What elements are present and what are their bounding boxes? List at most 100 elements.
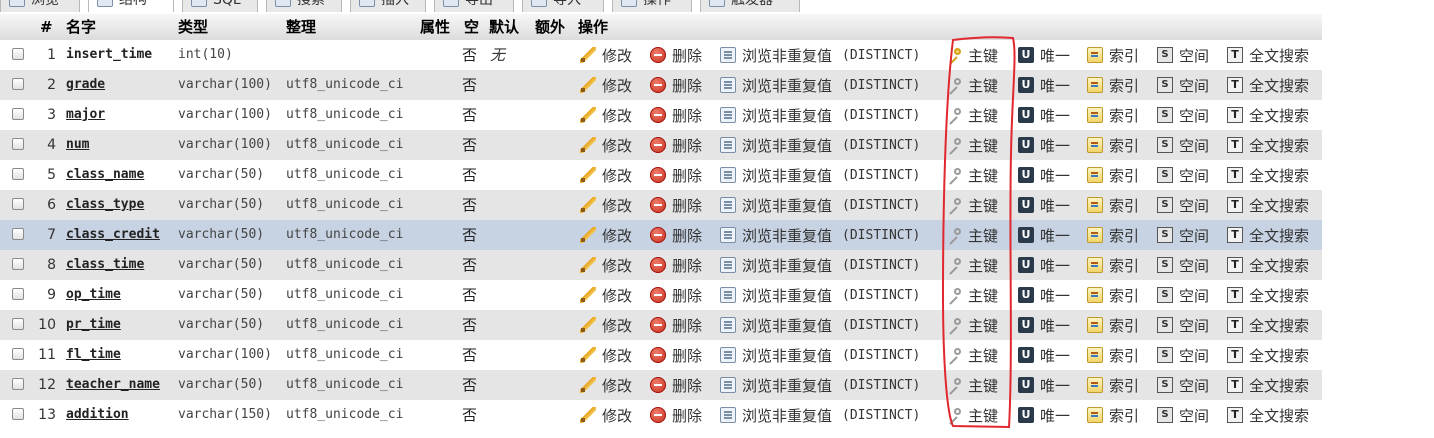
fulltext-button[interactable]: T 全文搜索 [1227, 40, 1309, 70]
index-button[interactable]: 索引 [1087, 100, 1139, 130]
tab-8[interactable]: 触发器 [700, 0, 800, 12]
drop-button[interactable]: 删除 [650, 100, 702, 130]
unique-button[interactable]: U 唯一 [1018, 190, 1070, 220]
table-row[interactable]: 7 class_credit varchar(50) utf8_unicode_ci 否… [0, 220, 1322, 250]
drop-button[interactable]: 删除 [650, 70, 702, 100]
table-row[interactable]: 2 grade varchar(100) utf8_unicode_ci 否 修改 删除 浏览… [0, 70, 1322, 100]
edit-button[interactable]: 修改 [580, 40, 632, 70]
table-row[interactable]: 9 op_time varchar(50) utf8_unicode_ci 否 修改 删除浏… [0, 280, 1322, 310]
field-name[interactable]: class_type [66, 190, 144, 220]
drop-button[interactable]: 删除 [650, 250, 702, 280]
spatial-button[interactable]: S 空间 [1157, 190, 1209, 220]
edit-button[interactable]: 修改 [580, 280, 632, 310]
browse-distinct-button[interactable]: 浏览非重复值 (DISTINCT) [720, 70, 920, 100]
index-button[interactable]: 索引 [1087, 340, 1139, 370]
field-name[interactable]: pr_time [66, 310, 121, 340]
index-button[interactable]: 索引 [1087, 160, 1139, 190]
unique-button[interactable]: U 唯一 [1018, 340, 1070, 370]
tab-4[interactable]: 插入 [350, 0, 426, 12]
unique-button[interactable]: U 唯一 [1018, 160, 1070, 190]
spatial-button[interactable]: S 空间 [1157, 310, 1209, 340]
fulltext-button[interactable]: T 全文搜索 [1227, 310, 1309, 340]
primary-key-button[interactable]: 主键 [946, 70, 998, 100]
edit-button[interactable]: 修改 [580, 310, 632, 340]
table-row[interactable]: 12 teacher_name varchar(50) utf8_unicode_ci… [0, 370, 1322, 400]
edit-button[interactable]: 修改 [580, 400, 632, 430]
fulltext-button[interactable]: T 全文搜索 [1227, 280, 1309, 310]
edit-button[interactable]: 修改 [580, 160, 632, 190]
drop-button[interactable]: 删除 [650, 190, 702, 220]
index-button[interactable]: 索引 [1087, 190, 1139, 220]
browse-distinct-button[interactable]: 浏览非重复值 (DISTINCT) [720, 310, 920, 340]
field-name[interactable]: num [66, 130, 89, 160]
index-button[interactable]: 索引 [1087, 310, 1139, 340]
unique-button[interactable]: U 唯一 [1018, 310, 1070, 340]
primary-key-button[interactable]: 主键 [946, 100, 998, 130]
primary-key-button[interactable]: 主键 [946, 40, 998, 70]
index-button[interactable]: 索引 [1087, 70, 1139, 100]
fulltext-button[interactable]: T 全文搜索 [1227, 130, 1309, 160]
unique-button[interactable]: U 唯一 [1018, 280, 1070, 310]
spatial-button[interactable]: S 空间 [1157, 280, 1209, 310]
field-name[interactable]: op_time [66, 280, 121, 310]
browse-distinct-button[interactable]: 浏览非重复值 (DISTINCT) [720, 400, 920, 430]
edit-button[interactable]: 修改 [580, 220, 632, 250]
unique-button[interactable]: U 唯一 [1018, 40, 1070, 70]
unique-button[interactable]: U 唯一 [1018, 220, 1070, 250]
tab-7[interactable]: 操作 [612, 0, 692, 12]
fulltext-button[interactable]: T 全文搜索 [1227, 100, 1309, 130]
primary-key-button[interactable]: 主键 [946, 160, 998, 190]
edit-button[interactable]: 修改 [580, 190, 632, 220]
spatial-button[interactable]: S 空间 [1157, 370, 1209, 400]
index-button[interactable]: 索引 [1087, 250, 1139, 280]
tab-3[interactable]: 搜索 [266, 0, 342, 12]
field-name[interactable]: fl_time [66, 340, 121, 370]
browse-distinct-button[interactable]: 浏览非重复值 (DISTINCT) [720, 160, 920, 190]
primary-key-button[interactable]: 主键 [946, 370, 998, 400]
table-row[interactable]: 13 addition varchar(150) utf8_unicode_ci 否 修改… [0, 400, 1322, 430]
unique-button[interactable]: U 唯一 [1018, 370, 1070, 400]
field-name[interactable]: teacher_name [66, 370, 160, 400]
fulltext-button[interactable]: T 全文搜索 [1227, 370, 1309, 400]
drop-button[interactable]: 删除 [650, 340, 702, 370]
spatial-button[interactable]: S 空间 [1157, 100, 1209, 130]
primary-key-button[interactable]: 主键 [946, 250, 998, 280]
primary-key-button[interactable]: 主键 [946, 400, 998, 430]
table-row[interactable]: 5 class_name varchar(50) utf8_unicode_ci 否 修改… [0, 160, 1322, 190]
field-name[interactable]: addition [66, 400, 129, 430]
field-name[interactable]: major [66, 100, 105, 130]
tab-1[interactable]: 结构 [88, 0, 174, 12]
unique-button[interactable]: U 唯一 [1018, 100, 1070, 130]
edit-button[interactable]: 修改 [580, 370, 632, 400]
drop-button[interactable]: 删除 [650, 400, 702, 430]
primary-key-button[interactable]: 主键 [946, 310, 998, 340]
field-name[interactable]: grade [66, 70, 105, 100]
primary-key-button[interactable]: 主键 [946, 340, 998, 370]
spatial-button[interactable]: S 空间 [1157, 400, 1209, 430]
field-name[interactable]: class_credit [66, 220, 160, 250]
edit-button[interactable]: 修改 [580, 100, 632, 130]
table-row[interactable]: 3 major varchar(100) utf8_unicode_ci 否 修改 删除 浏览… [0, 100, 1322, 130]
browse-distinct-button[interactable]: 浏览非重复值 (DISTINCT) [720, 40, 920, 70]
fulltext-button[interactable]: T 全文搜索 [1227, 340, 1309, 370]
spatial-button[interactable]: S 空间 [1157, 250, 1209, 280]
browse-distinct-button[interactable]: 浏览非重复值 (DISTINCT) [720, 100, 920, 130]
unique-button[interactable]: U 唯一 [1018, 70, 1070, 100]
index-button[interactable]: 索引 [1087, 400, 1139, 430]
table-row[interactable]: 11 fl_time varchar(100) utf8_unicode_ci 否 修改删… [0, 340, 1322, 370]
drop-button[interactable]: 删除 [650, 280, 702, 310]
drop-button[interactable]: 删除 [650, 220, 702, 250]
edit-button[interactable]: 修改 [580, 130, 632, 160]
fulltext-button[interactable]: T 全文搜索 [1227, 70, 1309, 100]
unique-button[interactable]: U 唯一 [1018, 130, 1070, 160]
field-name[interactable]: class_name [66, 160, 144, 190]
index-button[interactable]: 索引 [1087, 280, 1139, 310]
edit-button[interactable]: 修改 [580, 70, 632, 100]
header-name[interactable]: 名字 [66, 14, 96, 40]
field-name[interactable]: insert_time [66, 40, 152, 70]
drop-button[interactable]: 删除 [650, 160, 702, 190]
fulltext-button[interactable]: T 全文搜索 [1227, 220, 1309, 250]
browse-distinct-button[interactable]: 浏览非重复值 (DISTINCT) [720, 220, 920, 250]
primary-key-button[interactable]: 主键 [946, 280, 998, 310]
table-row[interactable]: 10 pr_time varchar(50) utf8_unicode_ci 否 修改 删除… [0, 310, 1322, 340]
